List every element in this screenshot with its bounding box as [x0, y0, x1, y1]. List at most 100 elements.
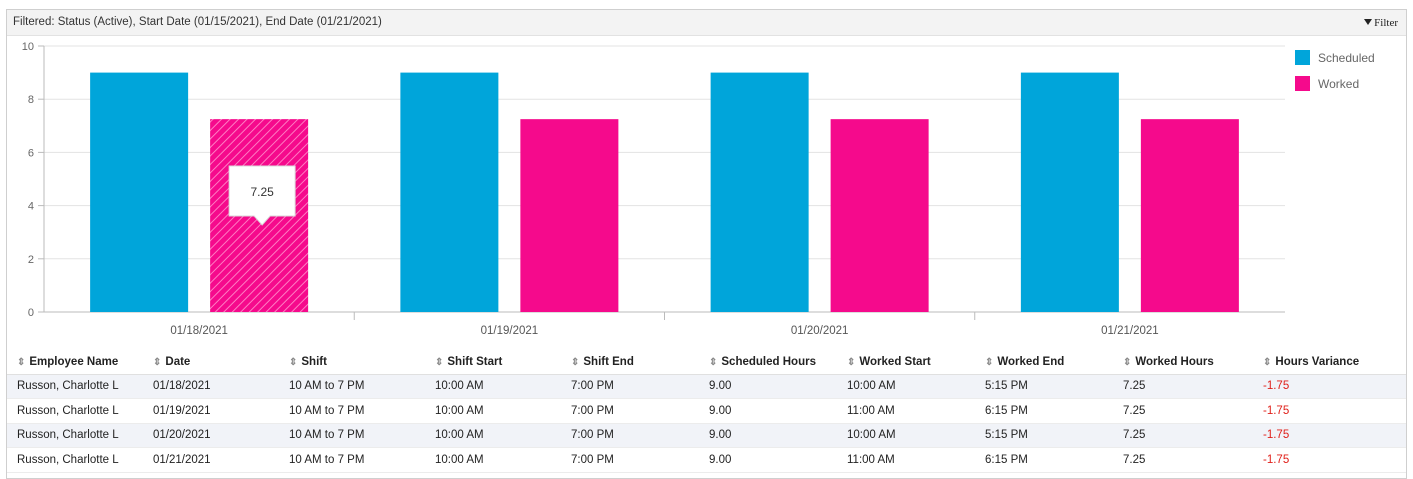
- table-row[interactable]: Russon, Charlotte L 01/20/2021 10 AM to 7 …: [7, 423, 1406, 448]
- y-tick-label: 6: [28, 147, 34, 159]
- cell-shift: 10 AM to 7 PM: [279, 423, 425, 448]
- bar-worked-4: [1140, 119, 1239, 313]
- cell-shift-start: 10:00 AM: [425, 374, 561, 399]
- column-header-shift[interactable]: ⇕ Shift: [279, 350, 425, 375]
- cell-date: 01/18/2021: [143, 374, 279, 399]
- column-header-label: Shift: [301, 355, 327, 368]
- bar-worked-2: [520, 119, 619, 313]
- column-header-label: Shift End: [583, 355, 634, 368]
- cell-shift: 10 AM to 7 PM: [279, 447, 425, 473]
- table-row[interactable]: Russon, Charlotte L 01/18/2021 10 AM to 7 …: [7, 374, 1406, 399]
- bar-scheduled-1: [90, 72, 189, 312]
- legend-label-worked: Worked: [1318, 77, 1359, 91]
- column-header-label: Worked End: [997, 355, 1065, 368]
- cell-shift-end: 7:00 PM: [561, 398, 699, 424]
- sort-icon: ⇕: [1263, 356, 1272, 368]
- column-header-scheduled-hours[interactable]: ⇕ Scheduled Hours: [699, 350, 837, 375]
- cell-scheduled-hours: 9.00: [699, 398, 837, 424]
- sort-icon: ⇕: [153, 356, 162, 368]
- sort-icon: ⇕: [289, 356, 298, 368]
- y-tick-label: 10: [22, 41, 34, 53]
- x-tick-label: 01/21/2021: [1101, 325, 1159, 337]
- cell-worked-hours: 7.25: [1113, 447, 1253, 473]
- sort-icon: ⇕: [985, 356, 994, 368]
- x-tick-label: 01/19/2021: [481, 325, 539, 337]
- filter-bar: Filtered: Status (Active), Start Date (0…: [7, 10, 1406, 36]
- bar-scheduled-2: [400, 72, 499, 312]
- column-header-shift-start[interactable]: ⇕ Shift Start: [425, 350, 561, 375]
- filter-button-label: Filter: [1374, 17, 1398, 29]
- cell-worked-hours: 7.25: [1113, 374, 1253, 399]
- column-header-employee-name[interactable]: ⇕ Employee Name: [7, 350, 143, 375]
- x-tick-label: 01/20/2021: [791, 325, 849, 337]
- cell-scheduled-hours: 9.00: [699, 423, 837, 448]
- cell-employee-name: Russon, Charlotte L: [7, 374, 143, 399]
- cell-worked-end: 5:15 PM: [975, 374, 1113, 399]
- cell-shift: 10 AM to 7 PM: [279, 374, 425, 399]
- cell-worked-end: 6:15 PM: [975, 447, 1113, 473]
- cell-worked-start: 10:00 AM: [837, 423, 975, 448]
- sort-icon: ⇕: [17, 356, 26, 368]
- y-tick-label: 8: [28, 94, 34, 106]
- column-header-label: Employee Name: [29, 355, 119, 368]
- cell-worked-end: 5:15 PM: [975, 423, 1113, 448]
- sort-icon: ⇕: [847, 356, 856, 368]
- column-header-hours-variance[interactable]: ⇕ Hours Variance: [1253, 350, 1406, 375]
- cell-hours-variance: -1.75: [1253, 398, 1406, 424]
- column-header-date[interactable]: ⇕ Date: [143, 350, 279, 375]
- bar-chart: 0 2 4 6 8 10 01/18/2021 01/19/2021 01/20/2021 01/…: [22, 41, 1375, 337]
- column-header-worked-hours[interactable]: ⇕ Worked Hours: [1113, 350, 1253, 375]
- data-table: ⇕ Employee Name ⇕ Date ⇕ Shift ⇕ Shift Start ⇕ Sh…: [7, 350, 1406, 473]
- column-header-label: Scheduled Hours: [721, 355, 816, 368]
- cell-employee-name: Russon, Charlotte L: [7, 423, 143, 448]
- table-header-row: ⇕ Employee Name ⇕ Date ⇕ Shift ⇕ Shift Start ⇕ Sh…: [7, 350, 1406, 375]
- column-header-label: Shift Start: [447, 355, 503, 368]
- cell-shift-start: 10:00 AM: [425, 447, 561, 473]
- cell-scheduled-hours: 9.00: [699, 374, 837, 399]
- x-tick-label: 01/18/2021: [170, 325, 228, 337]
- cell-hours-variance: -1.75: [1253, 447, 1406, 473]
- legend-swatch-scheduled: [1295, 50, 1310, 65]
- column-header-worked-end[interactable]: ⇕ Worked End: [975, 350, 1113, 375]
- bar-scheduled-3: [710, 72, 809, 312]
- cell-shift: 10 AM to 7 PM: [279, 398, 425, 424]
- table-row[interactable]: Russon, Charlotte L 01/19/2021 10 AM to 7 …: [7, 398, 1406, 424]
- filter-summary: Filtered: Status (Active), Start Date (0…: [13, 16, 382, 28]
- sort-icon: ⇕: [571, 356, 580, 368]
- cell-date: 01/20/2021: [143, 423, 279, 448]
- sort-icon: ⇕: [709, 356, 718, 368]
- cell-shift-start: 10:00 AM: [425, 423, 561, 448]
- cell-worked-start: 11:00 AM: [837, 398, 975, 424]
- column-header-worked-start[interactable]: ⇕ Worked Start: [837, 350, 975, 375]
- cell-scheduled-hours: 9.00: [699, 447, 837, 473]
- cell-shift-end: 7:00 PM: [561, 447, 699, 473]
- tooltip-value: 7.25: [250, 185, 274, 199]
- y-tick-label: 0: [28, 307, 34, 319]
- cell-employee-name: Russon, Charlotte L: [7, 447, 143, 473]
- cell-worked-start: 10:00 AM: [837, 374, 975, 399]
- bar-scheduled-4: [1020, 72, 1119, 312]
- report-panel: Filtered: Status (Active), Start Date (0…: [6, 9, 1407, 479]
- cell-shift-start: 10:00 AM: [425, 398, 561, 424]
- cell-shift-end: 7:00 PM: [561, 374, 699, 399]
- cell-employee-name: Russon, Charlotte L: [7, 398, 143, 424]
- cell-worked-hours: 7.25: [1113, 423, 1253, 448]
- cell-worked-end: 6:15 PM: [975, 398, 1113, 424]
- cell-hours-variance: -1.75: [1253, 423, 1406, 448]
- sort-icon: ⇕: [435, 356, 444, 368]
- funnel-icon: [1364, 19, 1373, 26]
- filter-button[interactable]: Filter: [1364, 17, 1398, 29]
- table-row[interactable]: Russon, Charlotte L 01/21/2021 10 AM to 7 …: [7, 447, 1406, 473]
- column-header-shift-end[interactable]: ⇕ Shift End: [561, 350, 699, 375]
- cell-date: 01/19/2021: [143, 398, 279, 424]
- cell-hours-variance: -1.75: [1253, 374, 1406, 399]
- legend-swatch-worked: [1295, 76, 1310, 91]
- y-tick-label: 4: [28, 201, 34, 213]
- column-header-label: Worked Start: [859, 355, 931, 368]
- column-header-label: Worked Hours: [1135, 355, 1214, 368]
- sort-icon: ⇕: [1123, 356, 1132, 368]
- cell-worked-hours: 7.25: [1113, 398, 1253, 424]
- column-header-label: Hours Variance: [1275, 355, 1360, 368]
- cell-date: 01/21/2021: [143, 447, 279, 473]
- cell-worked-start: 11:00 AM: [837, 447, 975, 473]
